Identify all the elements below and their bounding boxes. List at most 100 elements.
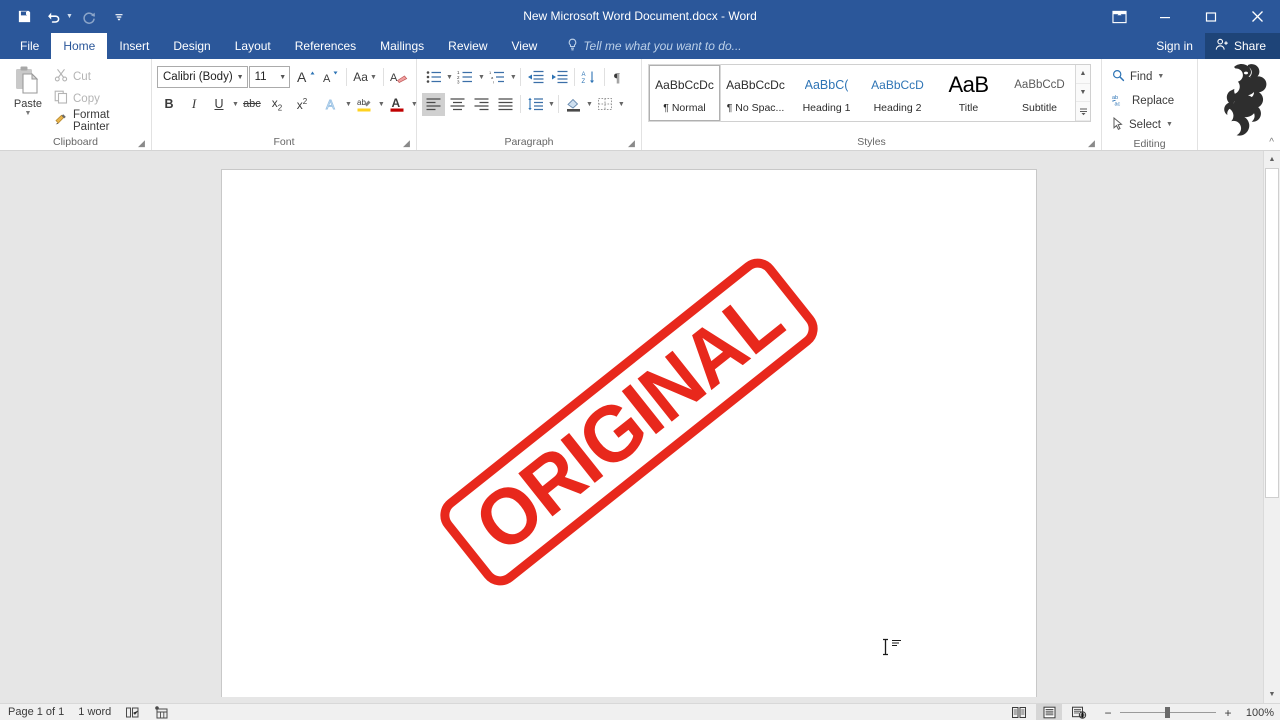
tab-view[interactable]: View (500, 33, 550, 59)
style-normal[interactable]: AaBbCcDc ¶ Normal (648, 64, 721, 122)
zoom-slider[interactable] (1120, 707, 1216, 718)
borders-button[interactable] (594, 93, 617, 116)
minimize-icon[interactable] (1142, 0, 1188, 33)
styles-scroll-up-icon[interactable]: ▲ (1076, 65, 1090, 84)
bullets-button[interactable] (422, 66, 445, 89)
sign-in-button[interactable]: Sign in (1144, 33, 1205, 59)
align-left-button[interactable] (422, 92, 445, 116)
paste-dropdown-caret[interactable]: ▼ (25, 110, 32, 118)
sort-az-button[interactable]: AZ (578, 66, 601, 89)
style-no-spacing[interactable]: AaBbCcDc ¶ No Spac... (720, 65, 791, 121)
macro-record-icon[interactable] (154, 705, 168, 719)
text-effects-dropdown-caret[interactable]: ▼ (345, 101, 352, 108)
clipboard-dialog-launcher[interactable]: ◢ (136, 138, 147, 149)
share-person-icon (1215, 38, 1229, 54)
tab-layout[interactable]: Layout (223, 33, 283, 59)
find-dropdown-caret[interactable]: ▼ (1157, 73, 1164, 80)
original-stamp-graphic[interactable]: ORIGINAL (377, 210, 877, 650)
word-count[interactable]: 1 word (78, 706, 111, 718)
print-layout-button[interactable] (1036, 704, 1062, 720)
style-heading-2[interactable]: AaBbCcD Heading 2 (862, 65, 933, 121)
format-painter-button[interactable]: Format Painter (51, 109, 146, 133)
copy-button[interactable]: Copy (51, 88, 146, 109)
chevron-down-icon[interactable]: ▼ (233, 74, 244, 81)
underline-dropdown-caret[interactable]: ▼ (232, 101, 239, 108)
font-name-combo[interactable]: Calibri (Body) ▼ (157, 66, 248, 88)
scroll-down-button[interactable]: ▼ (1264, 686, 1280, 703)
paste-button[interactable]: Paste ▼ (5, 63, 51, 134)
tab-home[interactable]: Home (51, 33, 108, 59)
close-icon[interactable] (1234, 0, 1280, 33)
align-center-button[interactable] (446, 93, 469, 116)
style-title[interactable]: AaB Title (933, 65, 1004, 121)
select-button[interactable]: Select ▼ (1107, 113, 1192, 136)
tab-insert[interactable]: Insert (107, 33, 161, 59)
scrollbar-track[interactable] (1264, 168, 1280, 686)
line-spacing-button[interactable] (524, 93, 547, 116)
page-indicator[interactable]: Page 1 of 1 (8, 706, 64, 718)
pilcrow-button[interactable]: ¶ (608, 66, 631, 89)
zoom-out-button[interactable]: − (1102, 706, 1114, 720)
tab-design[interactable]: Design (161, 33, 222, 59)
font-size-combo[interactable]: 11 ▼ (248, 66, 291, 88)
document-page[interactable]: ORIGINAL (221, 169, 1037, 697)
vertical-scrollbar[interactable]: ▲ ▼ (1263, 151, 1280, 703)
bullets-dropdown-caret[interactable]: ▼ (446, 74, 453, 81)
read-mode-button[interactable] (1006, 704, 1032, 720)
styles-more-icon[interactable] (1076, 102, 1090, 122)
scrollbar-thumb[interactable] (1265, 168, 1279, 498)
multilevel-dropdown-caret[interactable]: ▼ (510, 74, 517, 81)
replace-button[interactable]: ab ac Replace (1107, 89, 1192, 112)
superscript-button[interactable]: x2 (290, 93, 314, 116)
style-heading-1[interactable]: AaBbC( Heading 1 (791, 65, 862, 121)
bold-button[interactable]: B (157, 93, 181, 116)
numbering-button[interactable]: 123 (454, 66, 477, 89)
numbering-dropdown-caret[interactable]: ▼ (478, 74, 485, 81)
change-case-button[interactable]: Aa ▼ (350, 66, 380, 89)
paragraph-dialog-launcher[interactable]: ◢ (626, 138, 637, 149)
strikethrough-button[interactable]: abc (240, 93, 264, 116)
italic-button[interactable]: I (182, 93, 206, 116)
subscript-button[interactable]: x2 (265, 93, 289, 116)
tab-mailings[interactable]: Mailings (368, 33, 436, 59)
tab-review[interactable]: Review (436, 33, 499, 59)
underline-button[interactable]: U (207, 93, 231, 116)
styles-dialog-launcher[interactable]: ◢ (1086, 138, 1097, 149)
select-dropdown-caret[interactable]: ▼ (1166, 121, 1173, 128)
text-highlight-color-button[interactable]: ab (353, 93, 377, 116)
ribbon-display-options-icon[interactable] (1096, 0, 1142, 33)
scroll-up-button[interactable]: ▲ (1264, 151, 1280, 168)
clear-formatting-button[interactable]: A (387, 66, 411, 89)
text-effects-button[interactable]: A (320, 93, 344, 116)
borders-dropdown-caret[interactable]: ▼ (618, 101, 625, 108)
font-color-button[interactable]: A (386, 93, 410, 116)
highlight-dropdown-caret[interactable]: ▼ (378, 101, 385, 108)
find-button[interactable]: Find ▼ (1107, 65, 1192, 88)
tab-file[interactable]: File (8, 33, 51, 59)
tell-me-search[interactable]: Tell me what you want to do... (557, 33, 751, 59)
align-right-button[interactable] (470, 93, 493, 116)
shading-dropdown-caret[interactable]: ▼ (586, 101, 593, 108)
shading-button[interactable] (562, 93, 585, 116)
web-layout-button[interactable] (1066, 704, 1092, 720)
styles-scroll-down-icon[interactable]: ▼ (1076, 84, 1090, 103)
zoom-in-button[interactable]: + (1222, 706, 1234, 720)
chevron-down-icon[interactable]: ▼ (275, 74, 286, 81)
share-button[interactable]: Share (1204, 33, 1280, 59)
restore-icon[interactable] (1188, 0, 1234, 33)
multilevel-list-button[interactable]: 1ai (486, 66, 509, 89)
zoom-level-label[interactable]: 100% (1240, 707, 1274, 719)
proofing-errors-icon[interactable] (125, 706, 140, 719)
shrink-font-button[interactable]: A (319, 66, 343, 89)
tab-references[interactable]: References (283, 33, 368, 59)
justify-button[interactable] (494, 93, 517, 116)
font-dialog-launcher[interactable]: ◢ (401, 138, 412, 149)
cut-button[interactable]: Cut (51, 66, 146, 87)
zoom-slider-thumb[interactable] (1165, 707, 1170, 718)
collapse-ribbon-icon[interactable]: ^ (1269, 137, 1274, 148)
style-subtitle[interactable]: AaBbCcD Subtitle (1004, 65, 1075, 121)
increase-indent-button[interactable] (548, 66, 571, 89)
decrease-indent-button[interactable] (524, 66, 547, 89)
line-spacing-dropdown-caret[interactable]: ▼ (548, 101, 555, 108)
grow-font-button[interactable]: A (294, 66, 318, 89)
